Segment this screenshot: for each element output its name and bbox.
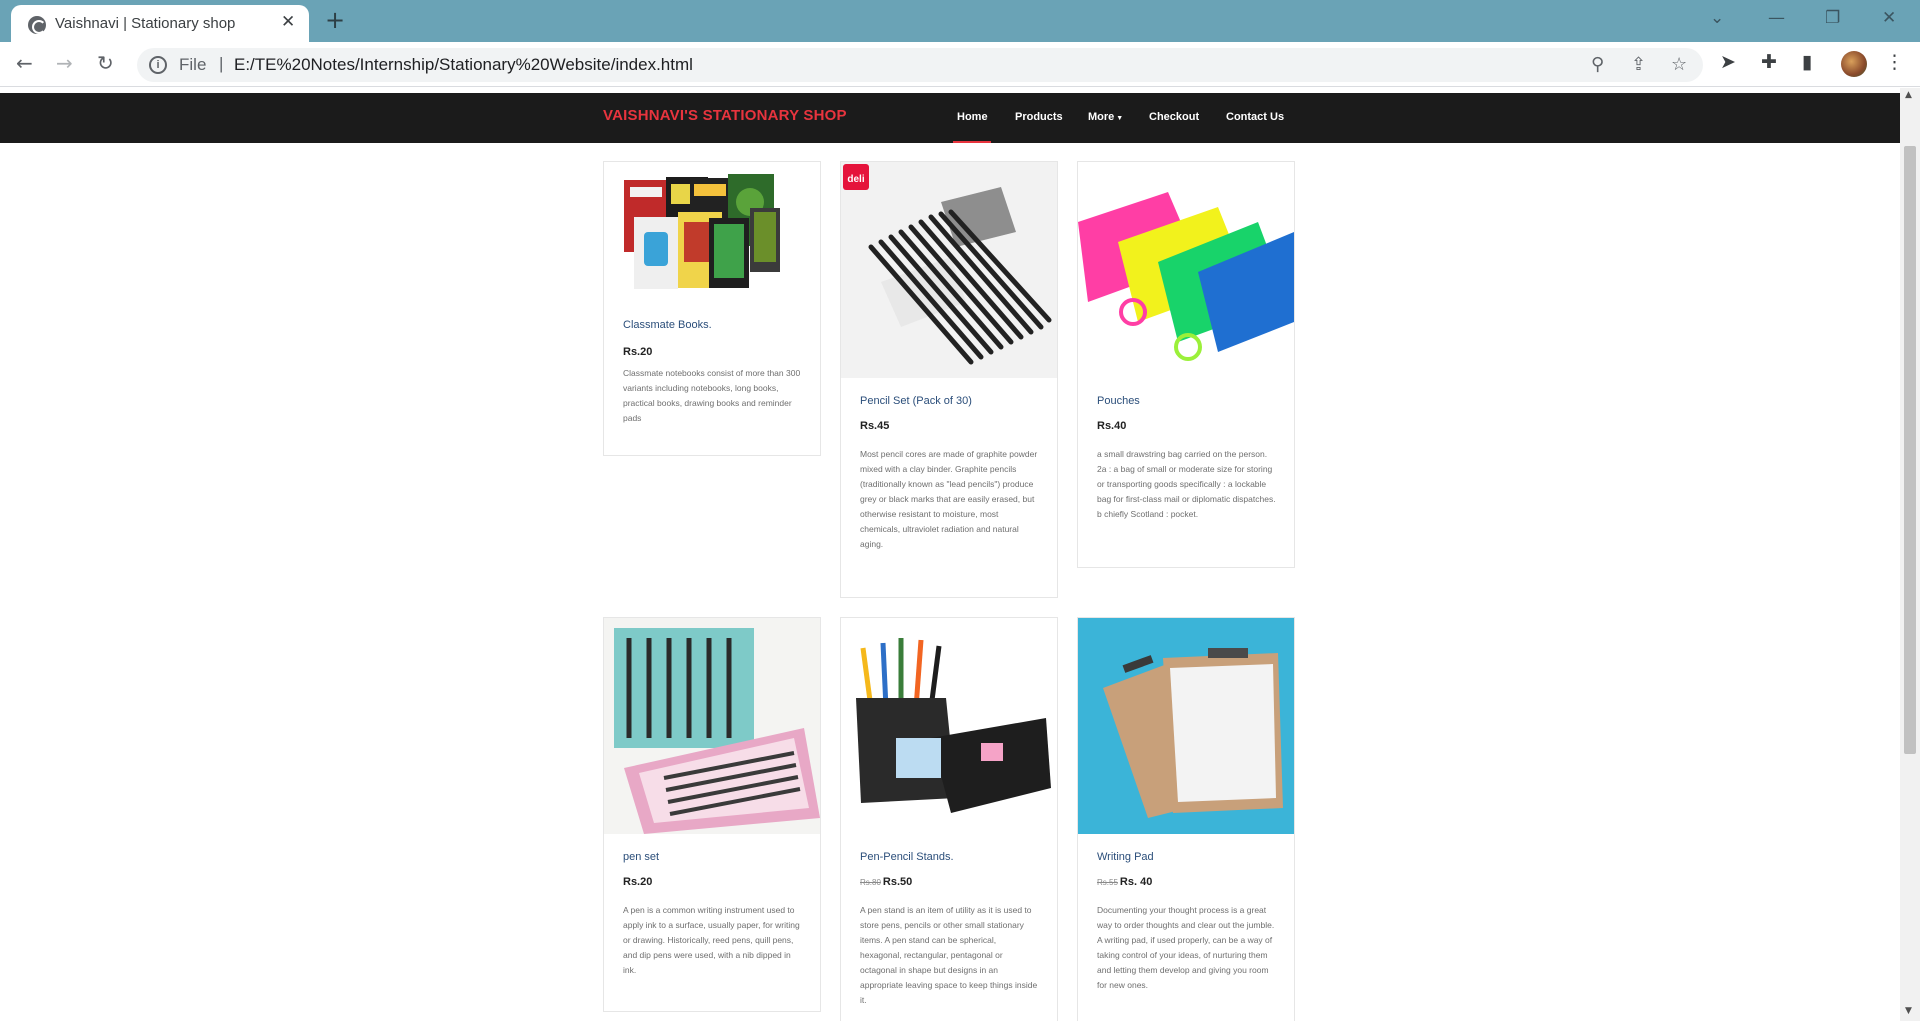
product-old-price: Rs.55: [1097, 878, 1118, 887]
product-price: Rs.80 Rs.50: [860, 876, 912, 888]
product-description: Most pencil cores are made of graphite p…: [860, 449, 1038, 549]
scroll-down-icon[interactable]: ▼: [1905, 1006, 1912, 1016]
close-tab-icon[interactable]: ✕: [281, 12, 295, 32]
product-image-pencils[interactable]: deli: [841, 162, 1057, 378]
product-card: pen set Rs.20 A pen is a common writing …: [603, 617, 821, 1012]
nav-more[interactable]: More ▼: [1088, 111, 1123, 123]
product-price: Rs.20: [623, 876, 653, 888]
tab-title: Vaishnavi | Stationary shop: [55, 15, 236, 32]
product-description: Documenting your thought process is a gr…: [1097, 905, 1275, 990]
site-info-icon[interactable]: i: [149, 56, 167, 74]
page-scrollbar[interactable]: ▲ ▼: [1900, 88, 1920, 1021]
product-description: A pen is a common writing instrument use…: [623, 905, 800, 975]
address-bar[interactable]: i File | E:/TE%20Notes/Internship/Statio…: [137, 48, 1703, 82]
product-description: a small drawstring bag carried on the pe…: [1097, 449, 1276, 519]
side-panel-icon[interactable]: ▮: [1802, 51, 1812, 73]
product-image-notebooks[interactable]: [604, 162, 820, 302]
minimize-icon[interactable]: —: [1768, 8, 1785, 28]
new-tab-icon[interactable]: +: [325, 6, 345, 34]
profile-avatar[interactable]: [1841, 51, 1867, 77]
browser-toolbar: ← → ↻ i File | E:/TE%20Notes/Internship/…: [0, 42, 1920, 87]
product-image-pen-stand[interactable]: [841, 618, 1057, 834]
forward-icon[interactable]: →: [56, 51, 73, 75]
product-old-price: Rs.80: [860, 878, 881, 887]
product-description: A pen stand is an item of utility as it …: [860, 905, 1038, 1005]
product-card: Classmate Books. Rs.20 Classmate noteboo…: [603, 161, 821, 456]
reload-icon[interactable]: ↻: [97, 51, 114, 75]
send-arrow-icon[interactable]: ➤: [1720, 51, 1736, 73]
product-card: Pouches Rs.40 a small drawstring bag car…: [1077, 161, 1295, 568]
product-image-writing-pad[interactable]: [1078, 618, 1294, 834]
product-image-pouches[interactable]: [1078, 162, 1294, 378]
tab-search-icon[interactable]: ⌄: [1710, 8, 1724, 28]
caret-down-icon: ▼: [1116, 115, 1124, 122]
url-text[interactable]: E:/TE%20Notes/Internship/Stationary%20We…: [234, 55, 693, 75]
bookmark-star-icon[interactable]: ☆: [1671, 54, 1687, 75]
nav-more-label: More: [1088, 111, 1115, 123]
product-title[interactable]: Pen-Pencil Stands.: [860, 851, 954, 863]
browser-tab[interactable]: Vaishnavi | Stationary shop ✕: [11, 5, 309, 42]
back-icon[interactable]: ←: [16, 51, 33, 75]
scroll-up-icon[interactable]: ▲: [1905, 90, 1912, 100]
product-price: Rs.45: [860, 420, 890, 432]
share-icon[interactable]: ⇪: [1631, 54, 1646, 75]
product-card: Pen-Pencil Stands. Rs.80 Rs.50 A pen stan…: [840, 617, 1058, 1021]
product-price: Rs.55 Rs. 40: [1097, 876, 1152, 888]
product-description: Classmate notebooks consist of more than…: [623, 368, 801, 423]
nav-checkout[interactable]: Checkout: [1149, 111, 1199, 123]
extensions-icon[interactable]: ✚: [1761, 51, 1777, 73]
menu-kebab-icon[interactable]: ⋮: [1885, 51, 1904, 73]
site-navbar: VAISHNAVI'S STATIONARY SHOP Home Product…: [0, 93, 1900, 143]
product-image-pen-set[interactable]: [604, 618, 820, 834]
product-title[interactable]: Writing Pad: [1097, 851, 1154, 863]
product-title[interactable]: pen set: [623, 851, 659, 863]
product-new-price: Rs. 40: [1119, 876, 1153, 888]
close-window-icon[interactable]: ✕: [1882, 8, 1896, 28]
nav-products[interactable]: Products: [1015, 111, 1063, 123]
globe-icon: [28, 16, 46, 34]
nav-active-indicator: [953, 141, 991, 143]
product-title[interactable]: Pencil Set (Pack of 30): [860, 395, 972, 407]
product-card: deli Pencil Set (Pack of 30) Rs.45 Most …: [840, 161, 1058, 598]
url-separator: |: [219, 54, 224, 73]
zoom-icon[interactable]: ⚲: [1591, 54, 1604, 75]
scroll-thumb[interactable]: [1904, 146, 1916, 754]
product-title[interactable]: Classmate Books.: [623, 319, 712, 331]
nav-contact[interactable]: Contact Us: [1226, 111, 1284, 123]
site-brand[interactable]: VAISHNAVI'S STATIONARY SHOP: [603, 107, 847, 124]
restore-icon[interactable]: ❐: [1825, 8, 1840, 28]
product-badge: deli: [847, 174, 864, 185]
product-price: Rs.20: [623, 346, 653, 358]
nav-home[interactable]: Home: [957, 111, 988, 123]
product-new-price: Rs.50: [882, 876, 913, 888]
url-scheme: File: [179, 55, 207, 74]
product-title[interactable]: Pouches: [1097, 395, 1140, 407]
product-card: Writing Pad Rs.55 Rs. 40 Documenting your…: [1077, 617, 1295, 1021]
page-viewport: VAISHNAVI'S STATIONARY SHOP Home Product…: [0, 88, 1900, 1021]
browser-tab-strip: Vaishnavi | Stationary shop ✕ + ⌄ — ❐ ✕: [0, 0, 1920, 42]
product-price: Rs.40: [1097, 420, 1127, 432]
